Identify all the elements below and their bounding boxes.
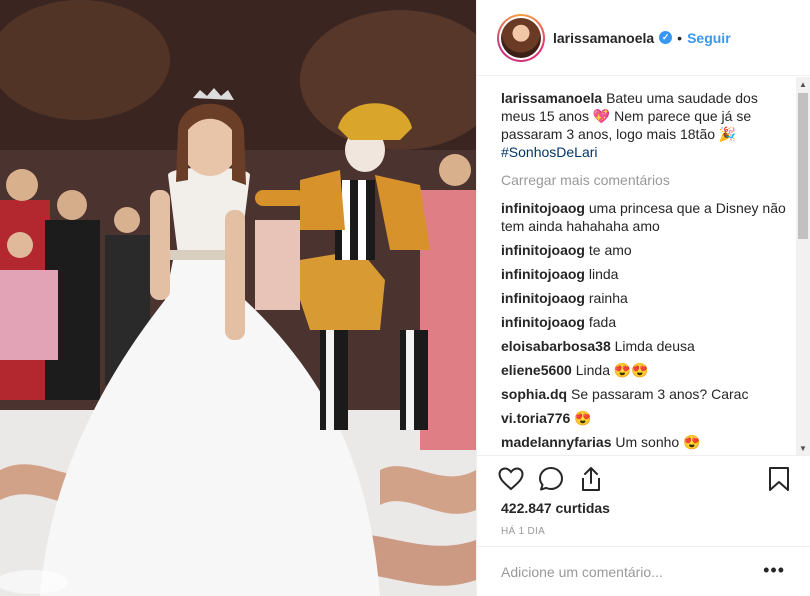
comment-text: fada	[588, 314, 617, 330]
post-date: HÁ 1 DIA	[501, 526, 546, 537]
avatar-image	[501, 17, 541, 58]
post-photo-illustration	[0, 0, 476, 596]
comment-username[interactable]: infinitojoaog	[501, 200, 585, 216]
comment-text: te amo	[588, 242, 632, 258]
load-more-comments-button[interactable]: Carregar mais comentários	[501, 171, 791, 189]
scrollbar-thumb[interactable]	[798, 93, 808, 239]
comment-item: infinitojoaog te amo	[501, 241, 791, 259]
comment-item: sophia.dq Se passaram 3 anos? Carac	[501, 385, 791, 403]
scroll-down-arrow-icon[interactable]: ▼	[796, 441, 810, 455]
post-caption: larissamanoela Bateu uma saudade dos meu…	[501, 89, 791, 161]
comment-text: rainha	[588, 290, 628, 306]
comment-username[interactable]: infinitojoaog	[501, 242, 585, 258]
comment-username[interactable]: eloisabarbosa38	[501, 338, 611, 354]
caption-hashtag[interactable]: #SonhosDeLari	[501, 144, 598, 160]
comment-item: madelannyfarias Um sonho 😍	[501, 433, 791, 451]
comment-list: larissamanoela Bateu uma saudade dos meu…	[477, 77, 810, 451]
comment-username[interactable]: infinitojoaog	[501, 314, 585, 330]
comment-username[interactable]: madelannyfarias	[501, 434, 612, 450]
comment-item: infinitojoaog linda	[501, 265, 791, 283]
separator-dot: •	[677, 29, 683, 46]
post-header: larissamanoela ✓ • Seguir	[477, 0, 810, 76]
action-icons-row	[497, 465, 797, 497]
more-options-icon[interactable]: •••	[763, 561, 785, 579]
comment-item: eloisabarbosa38 Limda deusa	[501, 337, 791, 355]
profile-avatar[interactable]	[497, 13, 545, 62]
comments-scrollbar[interactable]: ▲ ▼	[796, 77, 810, 455]
share-icon[interactable]	[577, 465, 605, 493]
follow-button[interactable]: Seguir	[687, 30, 731, 46]
comment-username[interactable]: eliene5600	[501, 362, 572, 378]
comment-text: Limda deusa	[614, 338, 695, 354]
avatar-border	[499, 15, 543, 60]
comment-item: eliene5600 Linda 😍😍	[501, 361, 791, 379]
comment-username[interactable]: infinitojoaog	[501, 290, 585, 306]
comment-username[interactable]: infinitojoaog	[501, 266, 585, 282]
post-username[interactable]: larissamanoela	[553, 30, 654, 46]
post-sidebar: larissamanoela ✓ • Seguir larissamanoela…	[476, 0, 810, 596]
comment-text: Um sonho 😍	[615, 434, 701, 450]
scroll-up-arrow-icon[interactable]: ▲	[796, 77, 810, 91]
comment-text: Se passaram 3 anos? Carac	[571, 386, 749, 402]
bookmark-icon[interactable]	[765, 465, 793, 493]
likes-number: 422.847	[501, 500, 552, 516]
add-comment-bar: •••	[477, 546, 810, 596]
comments-area[interactable]: larissamanoela Bateu uma saudade dos meu…	[477, 77, 810, 455]
comment-icon[interactable]	[537, 465, 565, 493]
comment-item: infinitojoaog rainha	[501, 289, 791, 307]
comment-item: infinitojoaog fada	[501, 313, 791, 331]
comment-text: Linda 😍😍	[575, 362, 649, 378]
add-comment-input[interactable]	[501, 563, 751, 580]
likes-count[interactable]: 422.847 curtidas	[501, 500, 610, 516]
post-image[interactable]	[0, 0, 476, 596]
comment-username[interactable]: vi.toria776	[501, 410, 570, 426]
comment-username[interactable]: sophia.dq	[501, 386, 567, 402]
caption-username[interactable]: larissamanoela	[501, 90, 602, 106]
verified-badge-icon: ✓	[659, 31, 673, 44]
comment-text: 😍	[574, 410, 592, 426]
heart-icon[interactable]	[497, 465, 525, 493]
comment-item: vi.toria776 😍	[501, 409, 791, 427]
likes-label: curtidas	[555, 500, 610, 516]
comment-text: linda	[588, 266, 619, 282]
comment-item: infinitojoaog uma princesa que a Disney …	[501, 199, 791, 235]
